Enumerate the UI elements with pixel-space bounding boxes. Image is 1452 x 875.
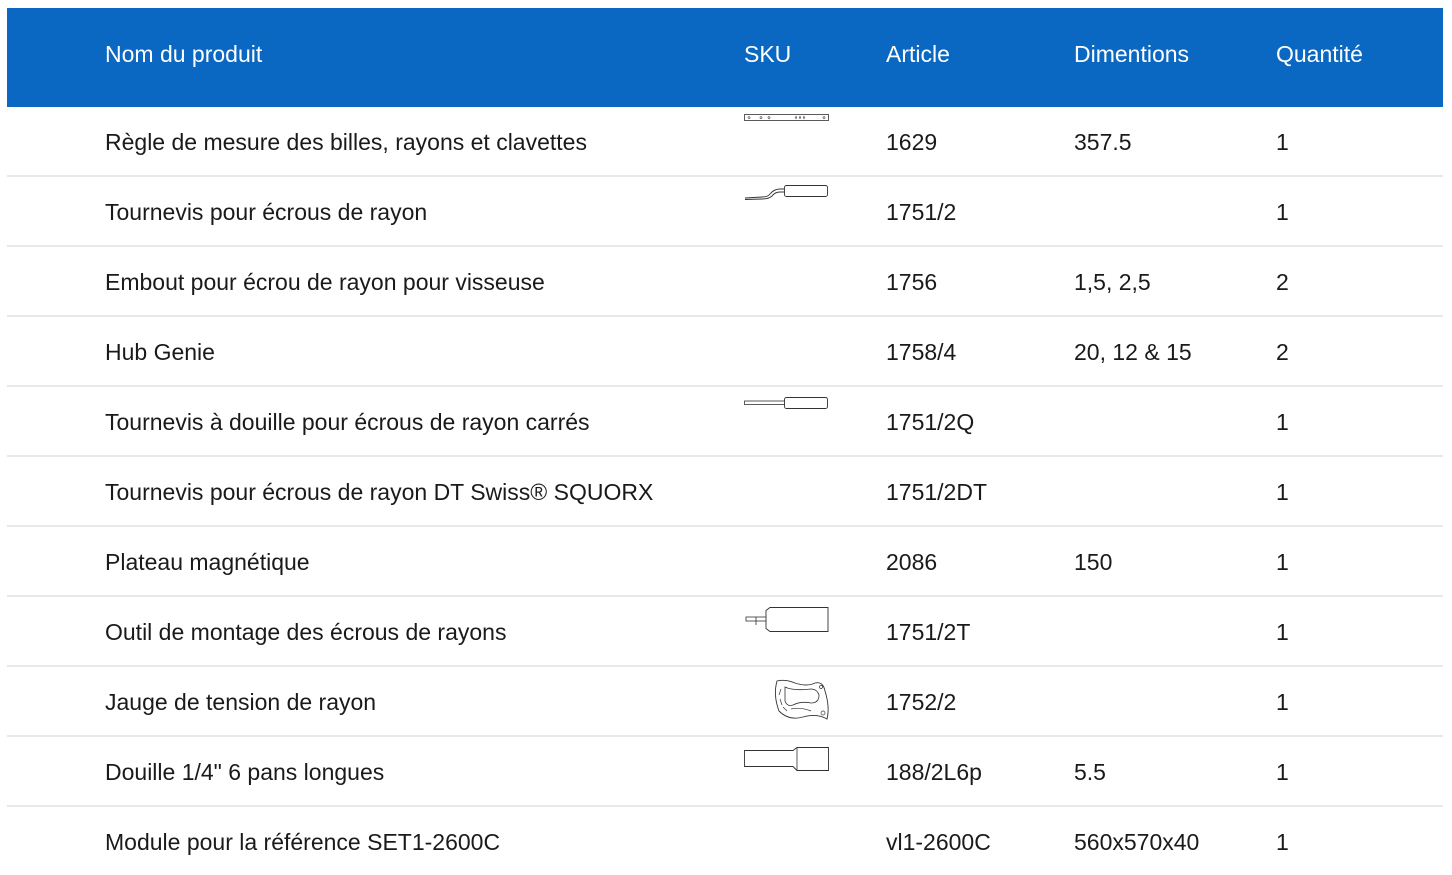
product-name: Plateau magnétique	[105, 549, 310, 575]
quantity-value: 1	[1276, 619, 1289, 645]
dimensions-value: 150	[1074, 549, 1113, 575]
nipple-tool-icon	[744, 606, 830, 646]
header-dimensions: Dimentions	[1074, 41, 1190, 67]
header-article: Article	[886, 41, 950, 67]
article-number: 1752/2	[886, 689, 957, 715]
table-row: Tournevis à douille pour écrous de rayon…	[7, 387, 1443, 457]
header-sku: SKU	[744, 41, 792, 67]
quantity-value: 1	[1276, 129, 1289, 155]
table-row: Module pour la référence SET1-2600C vl1-…	[7, 807, 1443, 875]
article-number: 1751/2T	[886, 619, 971, 645]
table-row: Plateau magnétique 2086 150 1	[7, 527, 1443, 597]
quantity-value: 1	[1276, 759, 1289, 785]
socket-icon	[744, 746, 830, 786]
socket-screwdriver-icon	[744, 395, 830, 435]
quantity-value: 2	[1276, 339, 1289, 365]
dimensions-value: 560x570x40	[1074, 829, 1200, 855]
table-row: Embout pour écrou de rayon pour visseuse…	[7, 247, 1443, 317]
ruler-icon	[744, 113, 830, 153]
product-name: Tournevis pour écrous de rayon DT Swiss®…	[105, 479, 654, 505]
quantity-value: 1	[1276, 549, 1289, 575]
article-number: 188/2L6p	[886, 759, 982, 785]
table-row: Jauge de tension de rayon 1752/2 1	[7, 667, 1443, 737]
table-row: Outil de montage des écrous de rayons 17…	[7, 597, 1443, 667]
quantity-value: 1	[1276, 829, 1289, 855]
article-number: 1758/4	[886, 339, 957, 365]
table-header: Nom du produit SKU Article Dimentions Qu…	[7, 8, 1443, 107]
dimensions-value: 5.5	[1074, 759, 1106, 785]
product-name: Embout pour écrou de rayon pour visseuse	[105, 269, 545, 295]
curved-screwdriver-icon	[744, 183, 830, 223]
product-name: Douille 1/4" 6 pans longues	[105, 759, 385, 785]
dimensions-value: 357.5	[1074, 129, 1132, 155]
table-row: Hub Genie 1758/4 20, 12 & 15 2	[7, 317, 1443, 387]
quantity-value: 1	[1276, 479, 1289, 505]
product-name: Tournevis pour écrous de rayon	[105, 199, 428, 225]
product-name: Outil de montage des écrous de rayons	[105, 619, 507, 645]
table-row: Tournevis pour écrous de rayon 1751/2 1	[7, 177, 1443, 247]
product-name: Jauge de tension de rayon	[105, 689, 377, 715]
product-name: Tournevis à douille pour écrous de rayon…	[105, 409, 590, 435]
product-name: Règle de mesure des billes, rayons et cl…	[105, 129, 587, 155]
header-name: Nom du produit	[105, 41, 263, 67]
tension-gauge-icon	[767, 677, 831, 723]
header-quantity: Quantité	[1276, 41, 1363, 67]
product-table: Nom du produit SKU Article Dimentions Qu…	[7, 8, 1443, 875]
article-number: 1751/2DT	[886, 479, 988, 505]
article-number: 1629	[886, 129, 938, 155]
dimensions-value: 20, 12 & 15	[1074, 339, 1192, 365]
product-name: Hub Genie	[105, 339, 215, 365]
quantity-value: 2	[1276, 269, 1289, 295]
article-number: vl1-2600C	[886, 829, 991, 855]
table-row: Règle de mesure des billes, rayons et cl…	[7, 107, 1443, 177]
article-number: 1751/2	[886, 199, 957, 225]
article-number: 1756	[886, 269, 938, 295]
article-number: 2086	[886, 549, 938, 575]
table-row: Tournevis pour écrous de rayon DT Swiss®…	[7, 457, 1443, 527]
quantity-value: 1	[1276, 689, 1289, 715]
article-number: 1751/2Q	[886, 409, 975, 435]
quantity-value: 1	[1276, 199, 1289, 225]
product-name: Module pour la référence SET1-2600C	[105, 829, 501, 855]
dimensions-value: 1,5, 2,5	[1074, 269, 1151, 295]
table-row: Douille 1/4" 6 pans longues 188/2L6p 5.5…	[7, 737, 1443, 807]
quantity-value: 1	[1276, 409, 1289, 435]
